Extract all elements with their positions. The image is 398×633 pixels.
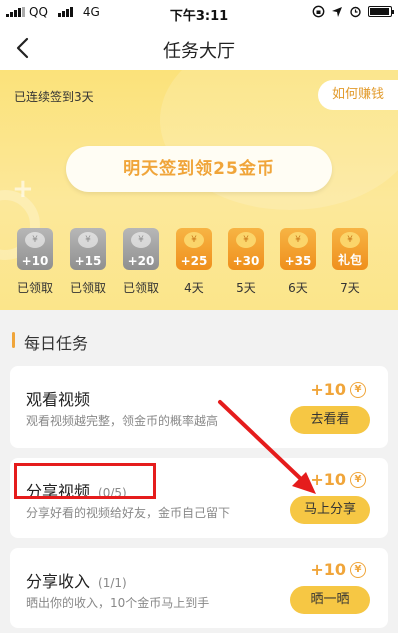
gift-coin-icon: ¥ 礼包 [332,228,368,270]
coin-icon: ¥ +35 [280,228,316,270]
share-now-button[interactable]: 马上分享 [290,496,370,524]
coin-icon: ¥ +10 [17,228,53,270]
section-title: 每日任务 [12,330,88,354]
task-reward: +10 ¥ [310,470,366,489]
signin-day-7: ¥ 礼包 7天 [330,228,370,296]
signin-day-6: ¥ +35 6天 [278,228,318,296]
highlight-box [14,463,156,499]
day-label: 6天 [288,281,308,295]
task-card-share-income: 分享收入 (1/1) 晒出你的收入，10个金币马上到手 +10 ¥ 晒一晒 [10,548,388,628]
nav-bar: 任务大厅 [0,26,398,70]
signin-day-1: ¥ +10 已领取 [15,228,55,296]
signin-day-3: ¥ +20 已领取 [121,228,161,296]
task-card-watch: 观看视频 观看视频越完整，领金币的概率越高 +10 ¥ 去看看 [10,366,388,448]
alarm-icon [350,6,361,18]
show-off-button[interactable]: 晒一晒 [290,586,370,614]
coin-icon: ¥ [350,381,366,398]
day-label: 已领取 [16,281,53,295]
day-label: 7天 [340,281,360,295]
signin-banner: + 已连续签到3天 如何赚钱 明天签到领25金币 ¥ +10 已领取 ¥ +15 已… [0,70,398,310]
day-label: 4天 [184,281,204,295]
signin-reward-button[interactable]: 明天签到领25金币 [66,146,332,192]
location-icon [332,6,342,17]
day-label: 已领取 [69,281,106,295]
signin-day-2: ¥ +15 已领取 [68,228,108,296]
day-label: 已领取 [122,281,159,295]
plus-decoration-icon: + [12,174,34,204]
page-title: 任务大厅 [163,41,235,62]
task-reward: +10 ¥ [310,380,366,399]
task-desc: 观看视频越完整，领金币的概率越高 [26,414,219,428]
task-name: 分享收入 (1/1) [26,572,127,591]
task-reward: +10 ¥ [310,560,366,579]
signin-days-row: ¥ +10 已领取 ¥ +15 已领取 ¥ +20 已领取 ¥ +25 4天 ¥ +30 … [0,216,398,310]
task-progress: (1/1) [98,576,127,590]
battery-icon [368,6,394,17]
task-name: 观看视频 [26,390,91,409]
coin-icon: ¥ [350,561,366,578]
task-desc: 晒出你的收入，10个金币马上到手 [26,596,210,610]
coin-icon: ¥ +25 [176,228,212,270]
lock-rotation-icon [312,5,325,18]
coin-icon: ¥ [350,471,366,488]
streak-text: 已连续签到3天 [14,90,94,104]
how-to-earn-button[interactable]: 如何赚钱 [318,80,398,110]
status-bar: QQ 4G 下午3:11 [0,0,398,26]
coin-icon: ¥ +15 [70,228,106,270]
day-label: 5天 [236,281,256,295]
watch-now-button[interactable]: 去看看 [290,406,370,434]
task-desc: 分享好看的视频给好友，金币自己留下 [26,506,231,520]
signin-day-4: ¥ +25 4天 [174,228,214,296]
coin-icon: ¥ +30 [228,228,264,270]
coin-icon: ¥ +20 [123,228,159,270]
signin-day-5: ¥ +30 5天 [226,228,266,296]
